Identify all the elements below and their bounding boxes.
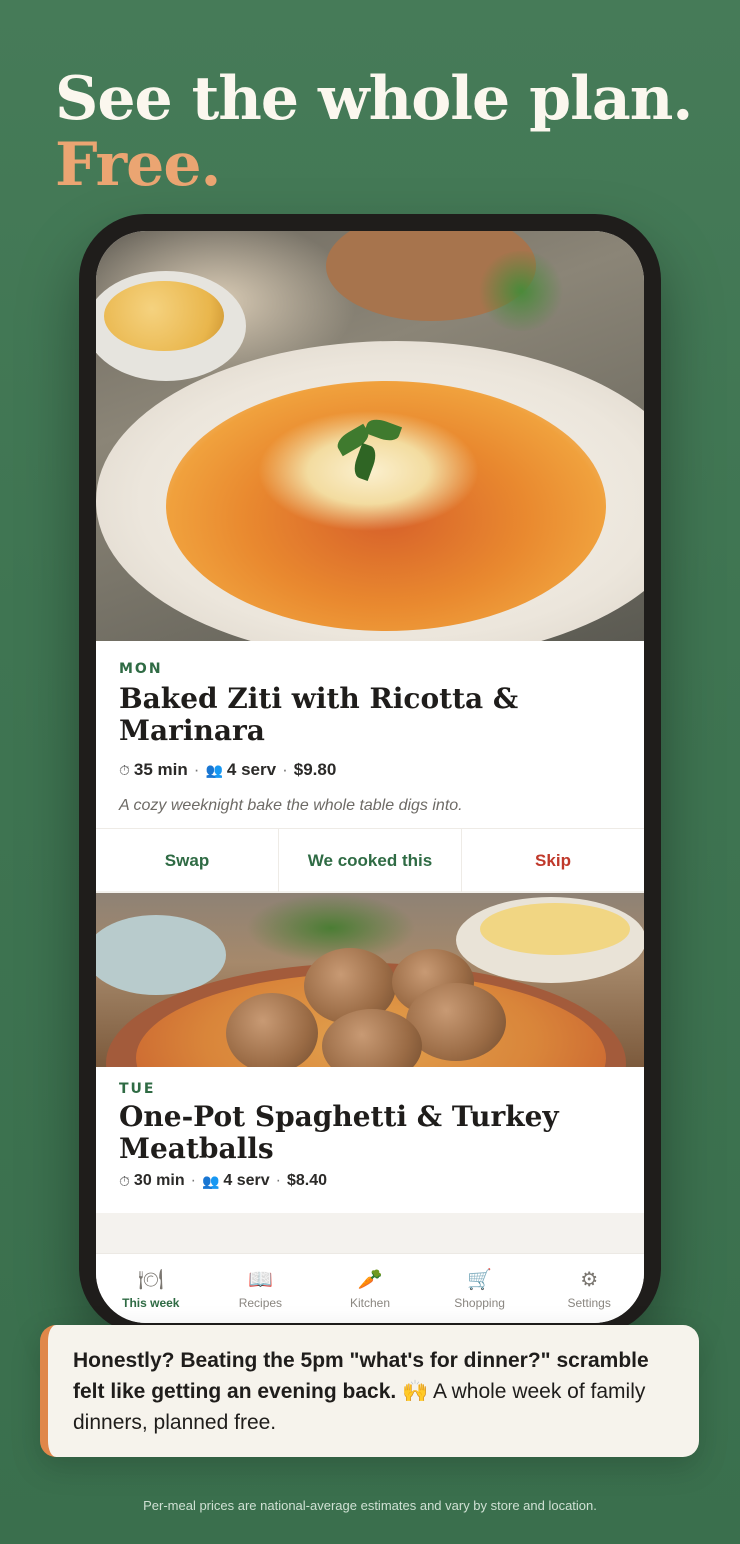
- meal-day: TUE: [119, 1081, 156, 1097]
- meal-photo-spaghetti-meatballs: [96, 893, 644, 1067]
- cart-icon: 🛒: [467, 1269, 493, 1291]
- price-disclaimer: Per-meal prices are national-average est…: [143, 1498, 597, 1513]
- meal-description: A cozy weeknight bake the whole table di…: [119, 797, 463, 814]
- parsley-decoration: [476, 251, 566, 331]
- gear-icon: ⚙: [580, 1269, 599, 1291]
- plate-icon: 🍽: [138, 1269, 164, 1291]
- headline-line-1: See the whole plan.: [55, 64, 693, 134]
- meal-meta: ⏱ 30 min · 👥 4 serv · $8.40: [119, 1172, 327, 1190]
- bottom-tab-bar: 🍽 This week 📖 Recipes 🥕 Kitchen 🛒 Shoppi…: [96, 1253, 644, 1323]
- meal-servings: 4 serv: [223, 1172, 270, 1189]
- people-icon: 👥: [205, 761, 223, 778]
- tab-label: Shopping: [454, 1296, 505, 1310]
- raised-hands-icon: 🙌: [402, 1380, 429, 1403]
- macaroni-bowl: [96, 271, 246, 381]
- meatball: [226, 993, 318, 1067]
- headline-line-2: Free.: [55, 130, 221, 200]
- clock-icon: ⏱: [119, 761, 130, 778]
- meal-price: $8.40: [286, 1172, 328, 1189]
- tab-settings[interactable]: ⚙ Settings: [534, 1254, 644, 1323]
- meta-separator: ·: [275, 1172, 281, 1189]
- skip-button[interactable]: Skip: [462, 829, 644, 892]
- tab-label: Recipes: [238, 1296, 283, 1310]
- meal-card-tue[interactable]: TUE One-Pot Spaghetti & Turkey Meatballs…: [96, 1067, 644, 1213]
- we-cooked-this-button[interactable]: We cooked this: [279, 829, 462, 892]
- meal-price: $9.80: [293, 760, 337, 779]
- meal-title: Baked Ziti with Ricotta & Marinara: [119, 682, 519, 747]
- swap-button[interactable]: Swap: [96, 829, 279, 892]
- tab-shopping[interactable]: 🛒 Shopping: [425, 1254, 535, 1323]
- tab-label: Settings: [567, 1296, 611, 1310]
- carrot-icon: 🥕: [357, 1269, 383, 1291]
- meal-photo-baked-ziti: [96, 231, 644, 641]
- testimonial-card: Honestly? Beating the 5pm "what's for di…: [40, 1325, 699, 1457]
- meal-meta: ⏱ 35 min · 👥 4 serv · $9.80: [119, 760, 336, 780]
- tab-label: Kitchen: [349, 1296, 390, 1310]
- ziti-pasta: [166, 381, 606, 631]
- meal-card-mon[interactable]: MON Baked Ziti with Ricotta & Marinara ⏱…: [96, 641, 644, 892]
- book-icon: 📖: [247, 1269, 273, 1291]
- meal-servings: 4 serv: [226, 760, 277, 779]
- headline: See the whole plan. Free.: [55, 64, 693, 200]
- meal-title: One-Pot Spaghetti & Turkey Meatballs: [119, 1100, 559, 1165]
- tab-recipes[interactable]: 📖 Recipes: [206, 1254, 316, 1323]
- tab-this-week[interactable]: 🍽 This week: [96, 1254, 206, 1323]
- meta-separator: ·: [190, 1172, 196, 1189]
- tab-label: This week: [122, 1296, 180, 1310]
- meal-actions: Swap We cooked this Skip: [96, 828, 644, 892]
- clock-icon: ⏱: [119, 1172, 130, 1189]
- meta-separator: ·: [282, 760, 288, 779]
- tab-kitchen[interactable]: 🥕 Kitchen: [315, 1254, 425, 1323]
- meal-time: 30 min: [133, 1172, 185, 1189]
- phone-screen: MON Baked Ziti with Ricotta & Marinara ⏱…: [96, 231, 644, 1323]
- meta-separator: ·: [193, 760, 200, 779]
- people-icon: 👥: [201, 1172, 220, 1189]
- cheese-bowl: [456, 897, 644, 983]
- meal-day: MON: [119, 661, 163, 677]
- meal-time: 35 min: [133, 760, 188, 779]
- phone-frame: MON Baked Ziti with Ricotta & Marinara ⏱…: [79, 214, 661, 1334]
